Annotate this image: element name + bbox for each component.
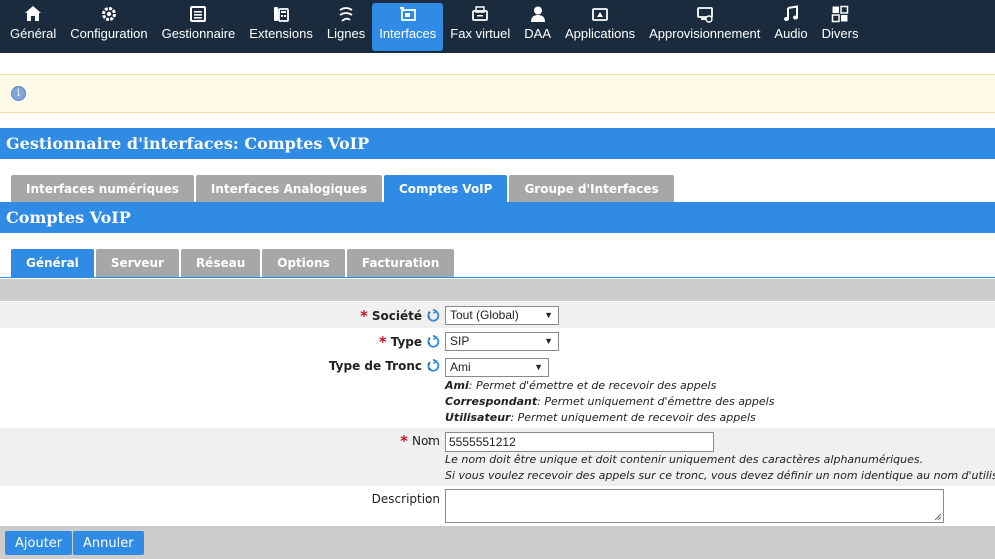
nav-lignes[interactable]: Lignes [320,3,372,51]
nav-extensions[interactable]: Extensions [242,3,320,51]
phone-icon [272,5,290,23]
nav-label: Approvisionnement [649,26,761,41]
nav-general[interactable]: Général [3,3,63,51]
nom-label: * Nom [400,432,440,450]
section-title: Comptes VoIP [0,202,995,233]
lines-icon [337,5,355,23]
user-icon [529,5,547,23]
gear-icon [100,5,118,23]
provisioning-icon [696,5,714,23]
nav-gestionnaire[interactable]: Gestionnaire [155,3,243,51]
colon: : [427,307,432,321]
voip-tabs: Général Serveur Réseau Options Facturati… [0,249,995,278]
nav-label: Applications [565,26,636,41]
description-textarea[interactable] [445,489,944,523]
nom-help-1: Le nom doit être unique et doit contenir… [445,453,924,466]
colon: : [427,359,432,373]
help-ami: Ami: Permet d'émettre et de recevoir des… [445,379,717,392]
nav-approvisionnement[interactable]: Approvisionnement [642,3,767,51]
tab-reseau[interactable]: Réseau [180,249,261,277]
main-nav: Général Configuration Gestionnaire Exten… [0,0,995,53]
societe-select[interactable]: Tout (Global) ▼ [445,306,559,325]
tab-options[interactable]: Options [262,249,345,277]
tab-groupe-interfaces[interactable]: Groupe d'Interfaces [509,175,674,202]
nav-label: Gestionnaire [161,26,236,41]
nav-label: DAA [524,26,551,41]
nav-divers[interactable]: Divers [815,3,866,51]
type-tronc-select[interactable]: Ami ▼ [445,358,549,377]
interface-icon [399,5,417,23]
fax-icon [471,5,489,23]
dropdown-arrow-icon: ▼ [544,336,553,346]
music-icon [782,5,800,23]
row-type: * Type : SIP ▼ [0,328,995,354]
dropdown-arrow-icon: ▼ [544,310,553,320]
misc-icon [831,5,849,23]
required-marker: * [378,333,387,351]
nav-audio[interactable]: Audio [767,3,814,51]
nav-label: Fax virtuel [450,26,511,41]
page-title: Gestionnaire d'interfaces: Comptes VoIP [0,128,995,159]
interface-tabs: Interfaces numériques Interfaces Analogi… [0,175,995,203]
tab-serveur[interactable]: Serveur [95,249,179,277]
list-icon [189,5,207,23]
colon: : [427,492,432,506]
dropdown-arrow-icon: ▼ [534,362,543,372]
nav-fax-virtuel[interactable]: Fax virtuel [443,3,517,51]
nav-daa[interactable]: DAA [517,3,558,51]
nav-label: Lignes [326,26,366,41]
type-tronc-label: Type de Tronc [329,359,440,373]
help-correspondant: Correspondant: Permet uniquement d'émett… [445,395,775,408]
row-type-tronc: Type de Tronc : Ami ▼ Ami: Permet d'émet… [0,354,995,428]
help-utilisateur: Utilisateur: Permet uniquement de recevo… [445,411,756,424]
home-icon [24,5,42,23]
tab-general[interactable]: Général [11,249,94,277]
add-button[interactable]: Ajouter [5,531,73,555]
form-header-bar [0,279,995,301]
applications-icon [591,5,609,23]
row-nom: * Nom : 5555551212 Le nom doit être uniq… [0,428,995,486]
nav-applications[interactable]: Applications [558,3,642,51]
row-societe: * Société : Tout (Global) ▼ [0,302,995,328]
colon: : [427,433,432,447]
row-description: Description : [0,486,995,526]
nav-label: Interfaces [379,26,437,41]
required-marker: * [400,432,408,450]
nav-label: Extensions [249,26,313,41]
required-marker: * [360,307,368,325]
tab-facturation[interactable]: Facturation [346,249,455,277]
nav-configuration[interactable]: Configuration [63,3,154,51]
nom-help-2: Si vous voulez recevoir des appels sur c… [445,469,995,482]
nav-label: Général [10,26,57,41]
info-icon: i [11,86,26,101]
nav-label: Divers [821,26,859,41]
nav-label: Audio [774,26,808,41]
tab-interfaces-numeriques[interactable]: Interfaces numériques [11,175,194,202]
tab-comptes-voip[interactable]: Comptes VoIP [383,175,508,202]
colon: : [427,333,432,347]
resize-handle-icon[interactable] [934,513,942,521]
info-bar: i [0,74,995,113]
nom-input[interactable]: 5555551212 [445,432,714,452]
form-footer: Ajouter Annuler [0,526,995,559]
nav-interfaces[interactable]: Interfaces [372,3,444,51]
cancel-button[interactable]: Annuler [73,531,144,555]
tab-interfaces-analogiques[interactable]: Interfaces Analogiques [195,175,382,202]
nav-label: Configuration [70,26,148,41]
type-select[interactable]: SIP ▼ [445,332,559,351]
